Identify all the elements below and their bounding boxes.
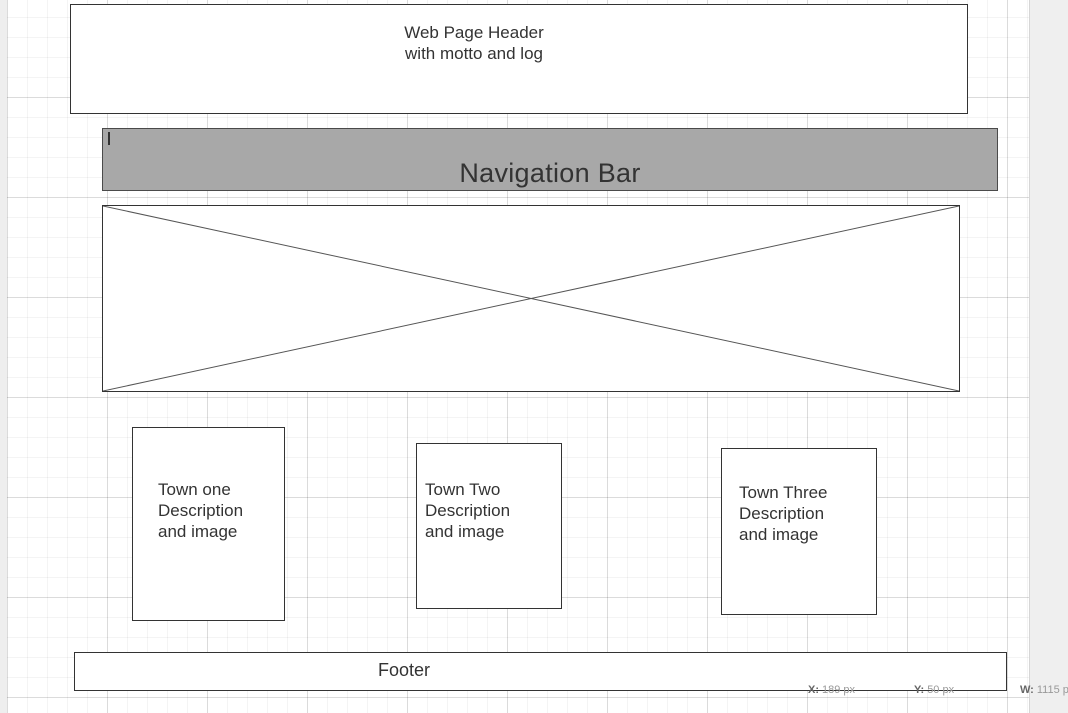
geometry-status-bar: X: 189 px Y: 50 px W: 1115 p xyxy=(803,678,1068,702)
town-one-shape[interactable]: Town one Description and image xyxy=(132,427,285,621)
navigation-bar-shape[interactable]: Navigation Bar xyxy=(102,128,998,191)
right-panel xyxy=(1029,0,1068,713)
town-three-shape[interactable]: Town Three Description and image xyxy=(721,448,877,615)
width-readout: W: 1115 p xyxy=(1020,684,1068,696)
town-two-shape[interactable]: Town Two Description and image xyxy=(416,443,562,609)
text-cursor xyxy=(108,132,110,145)
image-placeholder-shape[interactable] xyxy=(102,205,960,392)
y-readout: Y: 50 px xyxy=(914,684,955,696)
x-placeholder-icon xyxy=(103,206,959,391)
footer-label: Footer xyxy=(378,660,431,680)
town-one-label: Town one Description and image xyxy=(158,480,244,541)
navigation-bar-label: Navigation Bar xyxy=(459,158,641,188)
header-shape-label: Web Page Header with motto and log xyxy=(404,23,544,63)
town-two-label: Town Two Description and image xyxy=(425,480,511,541)
header-shape[interactable]: Web Page Header with motto and log xyxy=(70,4,968,114)
town-three-label: Town Three Description and image xyxy=(739,483,828,544)
x-readout: X: 189 px xyxy=(808,684,856,696)
